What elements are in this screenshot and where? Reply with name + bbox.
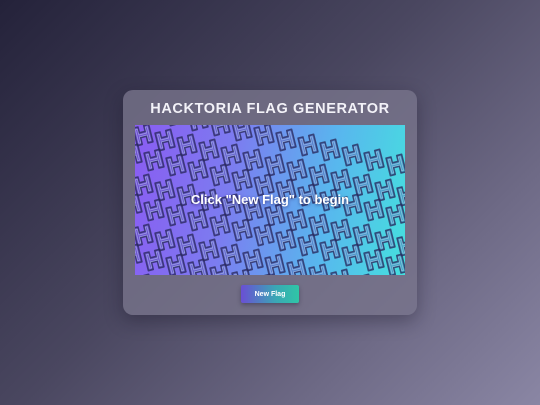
h-tile-icon (187, 125, 209, 132)
h-tile-icon (275, 228, 297, 252)
h-tile-icon (275, 128, 297, 152)
h-tile-icon (143, 248, 165, 272)
h-tile-icon (308, 163, 330, 187)
h-tile-icon (176, 133, 198, 157)
h-tile-icon (286, 158, 308, 182)
h-tile-icon (264, 203, 286, 227)
h-tile-icon (135, 223, 154, 247)
h-tile-icon (319, 238, 341, 262)
h-tile-icon (231, 218, 253, 242)
h-tile-icon (374, 228, 396, 252)
flag-preview: Click "New Flag" to begin (135, 125, 405, 275)
h-tile-icon (165, 125, 187, 127)
h-tile-icon (385, 153, 405, 177)
h-tile-icon (209, 213, 231, 237)
h-tile-icon (143, 148, 165, 172)
h-tile-icon (308, 263, 330, 275)
h-tile-icon (209, 163, 231, 187)
h-tile-icon (330, 218, 352, 242)
h-tile-icon (242, 248, 264, 272)
flag-generator-card: HACKTORIA FLAG GENERATOR Click "New Flag… (123, 90, 417, 315)
h-tile-icon (363, 148, 385, 172)
h-tile-icon (341, 243, 363, 267)
h-tile-icon (165, 203, 187, 227)
h-tile-icon (308, 213, 330, 237)
h-tile-icon (220, 243, 242, 267)
h-tile-icon (231, 168, 253, 192)
h-tile-icon (220, 143, 242, 167)
h-tile-icon (286, 208, 308, 232)
h-tile-icon (198, 238, 220, 262)
h-tile-icon (297, 233, 319, 257)
h-tile-icon (231, 125, 253, 142)
h-tile-icon (176, 233, 198, 257)
h-tile-icon (253, 223, 275, 247)
h-tile-icon (385, 253, 405, 275)
h-tile-icon (253, 125, 275, 147)
h-tile-icon (264, 253, 286, 275)
h-tile-icon (242, 148, 264, 172)
h-tile-icon (165, 153, 187, 177)
h-tile-icon (330, 168, 352, 192)
h-tile-icon (135, 125, 154, 147)
h-tile-icon (135, 143, 143, 167)
h-tile-icon (198, 138, 220, 162)
h-tile-icon (286, 258, 308, 275)
h-tile-icon (154, 228, 176, 252)
h-tile-icon (319, 138, 341, 162)
h-tile-icon (165, 253, 187, 275)
h-tile-icon (385, 203, 405, 227)
h-tile-icon (187, 158, 209, 182)
flag-prompt-text: Click "New Flag" to begin (190, 192, 350, 207)
h-tile-icon (264, 153, 286, 177)
h-tile-icon (363, 248, 385, 272)
h-tile-icon (135, 243, 143, 267)
h-tile-icon (330, 268, 352, 275)
h-tile-icon (209, 125, 231, 137)
h-tile-icon (341, 143, 363, 167)
h-tile-icon (154, 128, 176, 152)
h-tile-icon (297, 133, 319, 157)
h-tile-icon (396, 233, 405, 257)
h-tile-icon (187, 258, 209, 275)
h-tile-icon (135, 273, 154, 275)
page-title: HACKTORIA FLAG GENERATOR (150, 101, 390, 117)
h-tile-icon (352, 223, 374, 247)
new-flag-button[interactable]: New Flag (241, 285, 299, 303)
h-tile-icon (352, 273, 374, 275)
h-tile-icon (187, 208, 209, 232)
